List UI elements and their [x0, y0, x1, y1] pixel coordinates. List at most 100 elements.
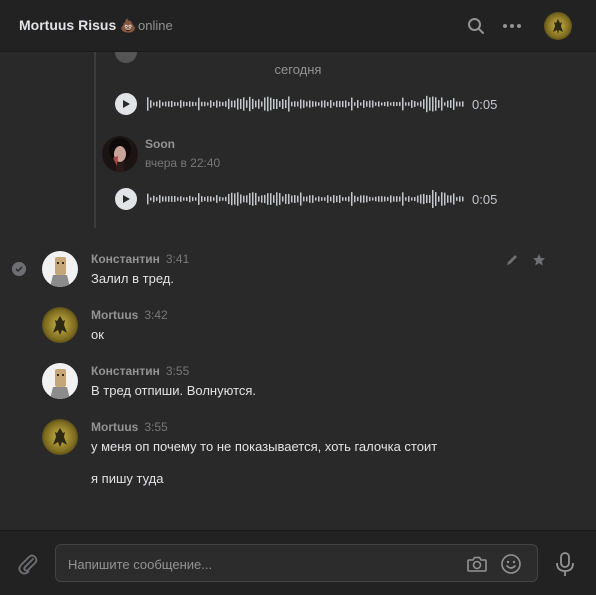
waveform-bar [390, 102, 392, 106]
waveform-bar [330, 100, 332, 108]
waveform-bar [249, 193, 251, 205]
microphone-icon[interactable] [554, 551, 576, 577]
waveform-bar [162, 102, 164, 106]
waveform-bar [285, 194, 287, 204]
waveform-bar [216, 100, 218, 108]
waveform-bar [375, 102, 377, 106]
waveform-bar [153, 102, 155, 106]
waveform-bar [312, 195, 314, 203]
play-icon [123, 100, 130, 108]
waveform-bar [372, 197, 374, 201]
attach-icon[interactable] [16, 552, 40, 576]
waveform-bar [369, 196, 371, 202]
waveform-bar [366, 101, 368, 107]
waveform-bar [426, 95, 428, 113]
play-button[interactable] [115, 188, 137, 210]
waveform-bar [159, 195, 161, 203]
search-icon[interactable] [464, 14, 488, 38]
waveform-bar [393, 196, 395, 202]
avatar[interactable] [42, 363, 78, 399]
waveform-bar [255, 100, 257, 108]
waveform-bar [315, 197, 317, 201]
waveform-bar [405, 197, 407, 201]
avatar[interactable] [42, 307, 78, 343]
reply-author[interactable]: Soon [145, 137, 175, 151]
waveform-bar [210, 100, 212, 108]
voice-waveform[interactable] [147, 92, 467, 116]
avatar[interactable] [42, 251, 78, 287]
waveform-bar [402, 97, 404, 111]
reply-timestamp[interactable]: вчера в 22:40 [145, 156, 220, 170]
waveform-bar [291, 195, 293, 203]
waveform-bar [222, 102, 224, 106]
waveform-bar [444, 192, 446, 206]
message-time[interactable]: 3:55 [166, 364, 189, 378]
message-author[interactable]: Константин [91, 364, 160, 378]
chat-title-text: Mortuus Risus [19, 17, 117, 33]
waveform-bar [171, 196, 173, 202]
waveform-bar [219, 101, 221, 107]
voice-waveform[interactable] [147, 187, 467, 211]
waveform-bar [168, 196, 170, 202]
waveform-bar [387, 101, 389, 107]
waveform-bar [201, 196, 203, 202]
selected-check-icon[interactable] [12, 262, 26, 276]
waveform-bar [252, 192, 254, 206]
waveform-bar [270, 193, 272, 205]
waveform-bar [156, 197, 158, 201]
avatar[interactable] [102, 136, 138, 172]
waveform-bar [174, 101, 176, 107]
waveform-bar [324, 197, 326, 201]
waveform-bar [336, 195, 338, 203]
voice-duration: 0:05 [472, 192, 498, 207]
waveform-bar [291, 101, 293, 107]
waveform-bar [420, 101, 422, 107]
more-icon[interactable] [500, 14, 524, 38]
waveform-bar [198, 97, 200, 111]
waveform-bar [438, 196, 440, 202]
waveform-bar [387, 197, 389, 201]
waveform-bar [315, 101, 317, 107]
edit-icon[interactable] [504, 252, 520, 268]
waveform-bar [273, 99, 275, 109]
waveform-bar [213, 102, 215, 106]
message-history[interactable]: сегодня 0:05 Soon вчера в 22:40 0:05 Кон… [0, 52, 596, 530]
waveform-bar [147, 193, 149, 205]
message-text: у меня оп почему то не показывается, хот… [91, 439, 438, 454]
waveform-bar [303, 196, 305, 202]
waveform-bar [426, 194, 428, 204]
message-author[interactable]: Mortuus [91, 420, 138, 434]
waveform-bar [303, 100, 305, 108]
waveform-bar [285, 99, 287, 109]
message-input-box[interactable] [55, 544, 538, 582]
avatar[interactable] [42, 419, 78, 455]
waveform-bar [294, 101, 296, 107]
message-author[interactable]: Mortuus [91, 308, 138, 322]
waveform-bar [288, 193, 290, 205]
message-author[interactable]: Константин [91, 252, 160, 266]
play-button[interactable] [115, 93, 137, 115]
waveform-bar [258, 99, 260, 109]
camera-icon[interactable] [466, 553, 488, 575]
emoji-icon[interactable] [500, 553, 522, 575]
chat-title[interactable]: Mortuus Risus 💩 [19, 17, 136, 34]
waveform-bar [195, 197, 197, 201]
waveform-bar [180, 100, 182, 108]
waveform-bar [264, 97, 266, 111]
chat-avatar[interactable] [544, 12, 572, 40]
waveform-bar [453, 193, 455, 205]
waveform-bar [300, 99, 302, 109]
waveform-bar [375, 196, 377, 202]
waveform-bar [456, 101, 458, 107]
waveform-bar [165, 101, 167, 107]
message-time[interactable]: 3:41 [166, 252, 189, 266]
waveform-bar [462, 101, 464, 107]
message-input[interactable] [68, 554, 448, 574]
play-icon [123, 195, 130, 203]
waveform-bar [414, 101, 416, 107]
waveform-bar [339, 195, 341, 203]
waveform-bar [150, 100, 152, 108]
message-time[interactable]: 3:42 [144, 308, 167, 322]
message-time[interactable]: 3:55 [144, 420, 167, 434]
star-icon[interactable] [531, 252, 547, 268]
